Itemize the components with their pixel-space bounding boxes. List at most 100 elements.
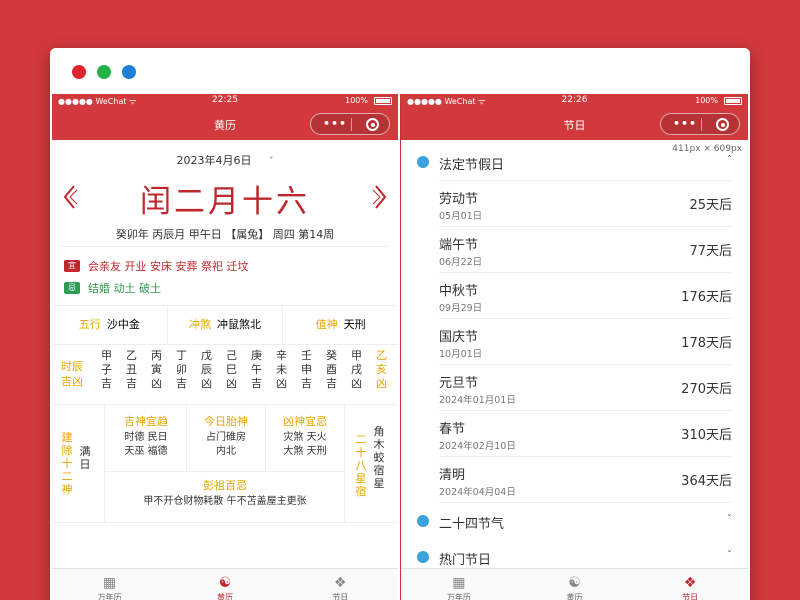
xiongshen-body: 灾煞 天火 xyxy=(283,432,327,443)
yi-row: 宜 会亲友 开业 安床 安葬 祭祀 迁坟 xyxy=(64,255,386,277)
ji-badge: 忌 xyxy=(64,282,80,294)
hour-column: 戊辰凶 xyxy=(201,349,212,390)
jianchu-label: 建除十二神 xyxy=(61,431,73,496)
yinyang-icon: ☯ xyxy=(218,575,232,591)
hours-grid: 甲子吉 乙丑吉 丙寅凶 丁卯吉 戊辰凶 己巳凶 庚午吉 辛未凶 壬申吉 癸酉吉 … xyxy=(94,349,394,391)
list-item[interactable]: 劳动节 05月01日 25天后 xyxy=(439,181,732,227)
almanac-screen: ●●●●● WeChat ᯤ 22:25 100% 黄历 ••• 2023年4月… xyxy=(52,94,398,600)
taishen-cell: 今日胎神 占门碓房 内北 xyxy=(187,413,265,459)
close-window-button[interactable] xyxy=(72,65,86,79)
tab-label: 节日 xyxy=(332,593,349,600)
festival-date: 2024年04月04日 xyxy=(439,487,516,498)
pengzu-cell: 彭祖百忌 甲不开仓财物耗散 午不苫盖屋主更张 xyxy=(106,477,344,509)
hour-column: 甲子吉 xyxy=(101,349,112,390)
hour-column: 丙寅凶 xyxy=(151,349,162,390)
festival-name: 端午节 xyxy=(439,238,479,253)
battery-level: 100% xyxy=(695,96,718,105)
tab-almanac[interactable]: ☯ 黄历 xyxy=(517,569,633,600)
more-menu-button[interactable]: ••• xyxy=(323,117,347,130)
jishen-body: 时德 民日 xyxy=(124,432,168,443)
pengzu-body: 甲不开仓财物耗散 午不苫盖屋主更张 xyxy=(143,496,307,507)
yi-ji-section: 宜 会亲友 开业 安床 安葬 祭祀 迁坟 忌 结婚 动土 破土 xyxy=(52,247,398,305)
calendar-icon: ▦ xyxy=(103,575,117,591)
tab-almanac[interactable]: ☯ 黄历 xyxy=(167,569,282,600)
nav-bar: 节日 ••• xyxy=(401,108,748,140)
miniprogram-capsule: ••• xyxy=(660,113,740,135)
maximize-window-button[interactable] xyxy=(97,65,111,79)
tab-label: 黄历 xyxy=(566,593,583,600)
chevron-down-icon: ˇ xyxy=(727,550,732,561)
festivals-screen: ●●●●● WeChat ᯤ 22:26 100% 节日 ••• 411px ×… xyxy=(400,94,748,600)
festival-date: 2024年02月10日 xyxy=(439,441,516,452)
section-legal-holidays[interactable]: 法定节假日 ˆ xyxy=(417,144,732,180)
battery-level: 100% xyxy=(345,96,368,105)
chevron-up-icon: ˆ xyxy=(727,155,732,166)
wuxing-cell: 五行 沙中金 xyxy=(52,305,168,345)
list-item[interactable]: 春节 2024年02月10日 310天后 xyxy=(439,411,732,457)
window-titlebar xyxy=(50,48,750,94)
festival-icon: ❖ xyxy=(334,575,347,591)
section-dot-icon xyxy=(417,515,429,527)
jianchu-value: 满日 xyxy=(79,445,91,471)
festival-name: 春节 xyxy=(439,422,466,437)
festival-countdown: 176天后 xyxy=(681,290,732,305)
chevron-down-icon: ˇ xyxy=(727,514,732,525)
chevron-right-icon xyxy=(372,185,387,209)
hour-column-current: 乙亥凶 xyxy=(376,349,387,390)
festival-countdown: 310天后 xyxy=(681,428,732,443)
battery-icon xyxy=(724,97,742,105)
list-item[interactable]: 国庆节 10月01日 178天后 xyxy=(439,319,732,365)
section-title: 热门节日 xyxy=(439,553,492,568)
next-day-button[interactable] xyxy=(372,184,388,209)
hour-column: 辛未凶 xyxy=(276,349,287,390)
yinyang-icon: ☯ xyxy=(568,575,581,591)
section-title: 法定节假日 xyxy=(439,158,505,173)
hours-fortune: 时辰吉凶 甲子吉 乙丑吉 丙寅凶 丁卯吉 戊辰凶 己巳凶 庚午吉 辛未凶 壬申吉… xyxy=(52,345,398,405)
attributes-row: 五行 沙中金 冲煞 冲鼠煞北 值神 天刑 xyxy=(52,305,398,345)
tab-calendar[interactable]: ▦ 万年历 xyxy=(52,569,167,600)
section-solar-terms[interactable]: 二十四节气 ˇ xyxy=(417,503,732,539)
hour-column: 丁卯吉 xyxy=(176,349,187,390)
festival-date: 06月22日 xyxy=(439,257,483,268)
jishen-body: 天巫 福德 xyxy=(124,446,168,457)
festival-name: 中秋节 xyxy=(439,284,479,299)
app-window: ●●●●● WeChat ᯤ 22:25 100% 黄历 ••• 2023年4月… xyxy=(50,48,750,600)
list-item[interactable]: 中秋节 09月29日 176天后 xyxy=(439,273,732,319)
chongsha-label: 冲煞 xyxy=(189,318,211,331)
festival-date: 05月01日 xyxy=(439,211,483,222)
wuxing-value: 沙中金 xyxy=(106,318,140,331)
hour-column: 癸酉吉 xyxy=(326,349,337,390)
close-miniprogram-button[interactable] xyxy=(716,118,729,131)
yi-activities: 会亲友 开业 安床 安葬 祭祀 迁坟 xyxy=(88,260,249,273)
list-item[interactable]: 端午节 06月22日 77天后 xyxy=(439,227,732,273)
taishen-body: 占门碓房 xyxy=(206,432,246,443)
yi-badge: 宜 xyxy=(64,260,80,272)
tab-bar: ▦ 万年历 ☯ 黄历 ❖ 节日 xyxy=(52,568,398,600)
chongsha-value: 冲鼠煞北 xyxy=(217,318,261,331)
tab-festivals[interactable]: ❖ 节日 xyxy=(632,569,748,600)
chevron-down-icon: ˇ xyxy=(269,157,274,167)
tab-festivals[interactable]: ❖ 节日 xyxy=(283,569,398,600)
hour-column: 庚午吉 xyxy=(251,349,262,390)
festival-countdown: 270天后 xyxy=(681,382,732,397)
ganzhi-line: 癸卯年 丙辰月 甲午日 【属兔】 周四 第14周 xyxy=(115,228,335,241)
hour-column: 己巳凶 xyxy=(226,349,237,390)
xingxiu-label: 二十八星宿 xyxy=(355,433,367,498)
more-menu-button[interactable]: ••• xyxy=(673,117,697,130)
tab-label: 万年历 xyxy=(97,593,122,600)
capsule-divider xyxy=(701,118,702,131)
calendar-icon: ▦ xyxy=(452,575,466,591)
date-picker[interactable]: 2023年4月6日 ˇ xyxy=(52,140,398,176)
close-miniprogram-button[interactable] xyxy=(366,118,379,131)
list-item[interactable]: 元旦节 2024年01月01日 270天后 xyxy=(439,365,732,411)
section-dot-icon xyxy=(417,156,429,168)
list-item[interactable]: 清明 2024年04月04日 364天后 xyxy=(439,457,732,503)
section-title: 二十四节气 xyxy=(439,517,505,532)
minimize-window-button[interactable] xyxy=(122,65,136,79)
tab-label: 万年历 xyxy=(446,593,471,600)
tab-calendar[interactable]: ▦ 万年历 xyxy=(401,569,517,600)
wuxing-label: 五行 xyxy=(78,318,101,331)
tab-bar: ▦ 万年历 ☯ 黄历 ❖ 节日 xyxy=(401,568,748,600)
hour-column: 甲戌凶 xyxy=(351,349,362,390)
divider xyxy=(104,471,344,472)
